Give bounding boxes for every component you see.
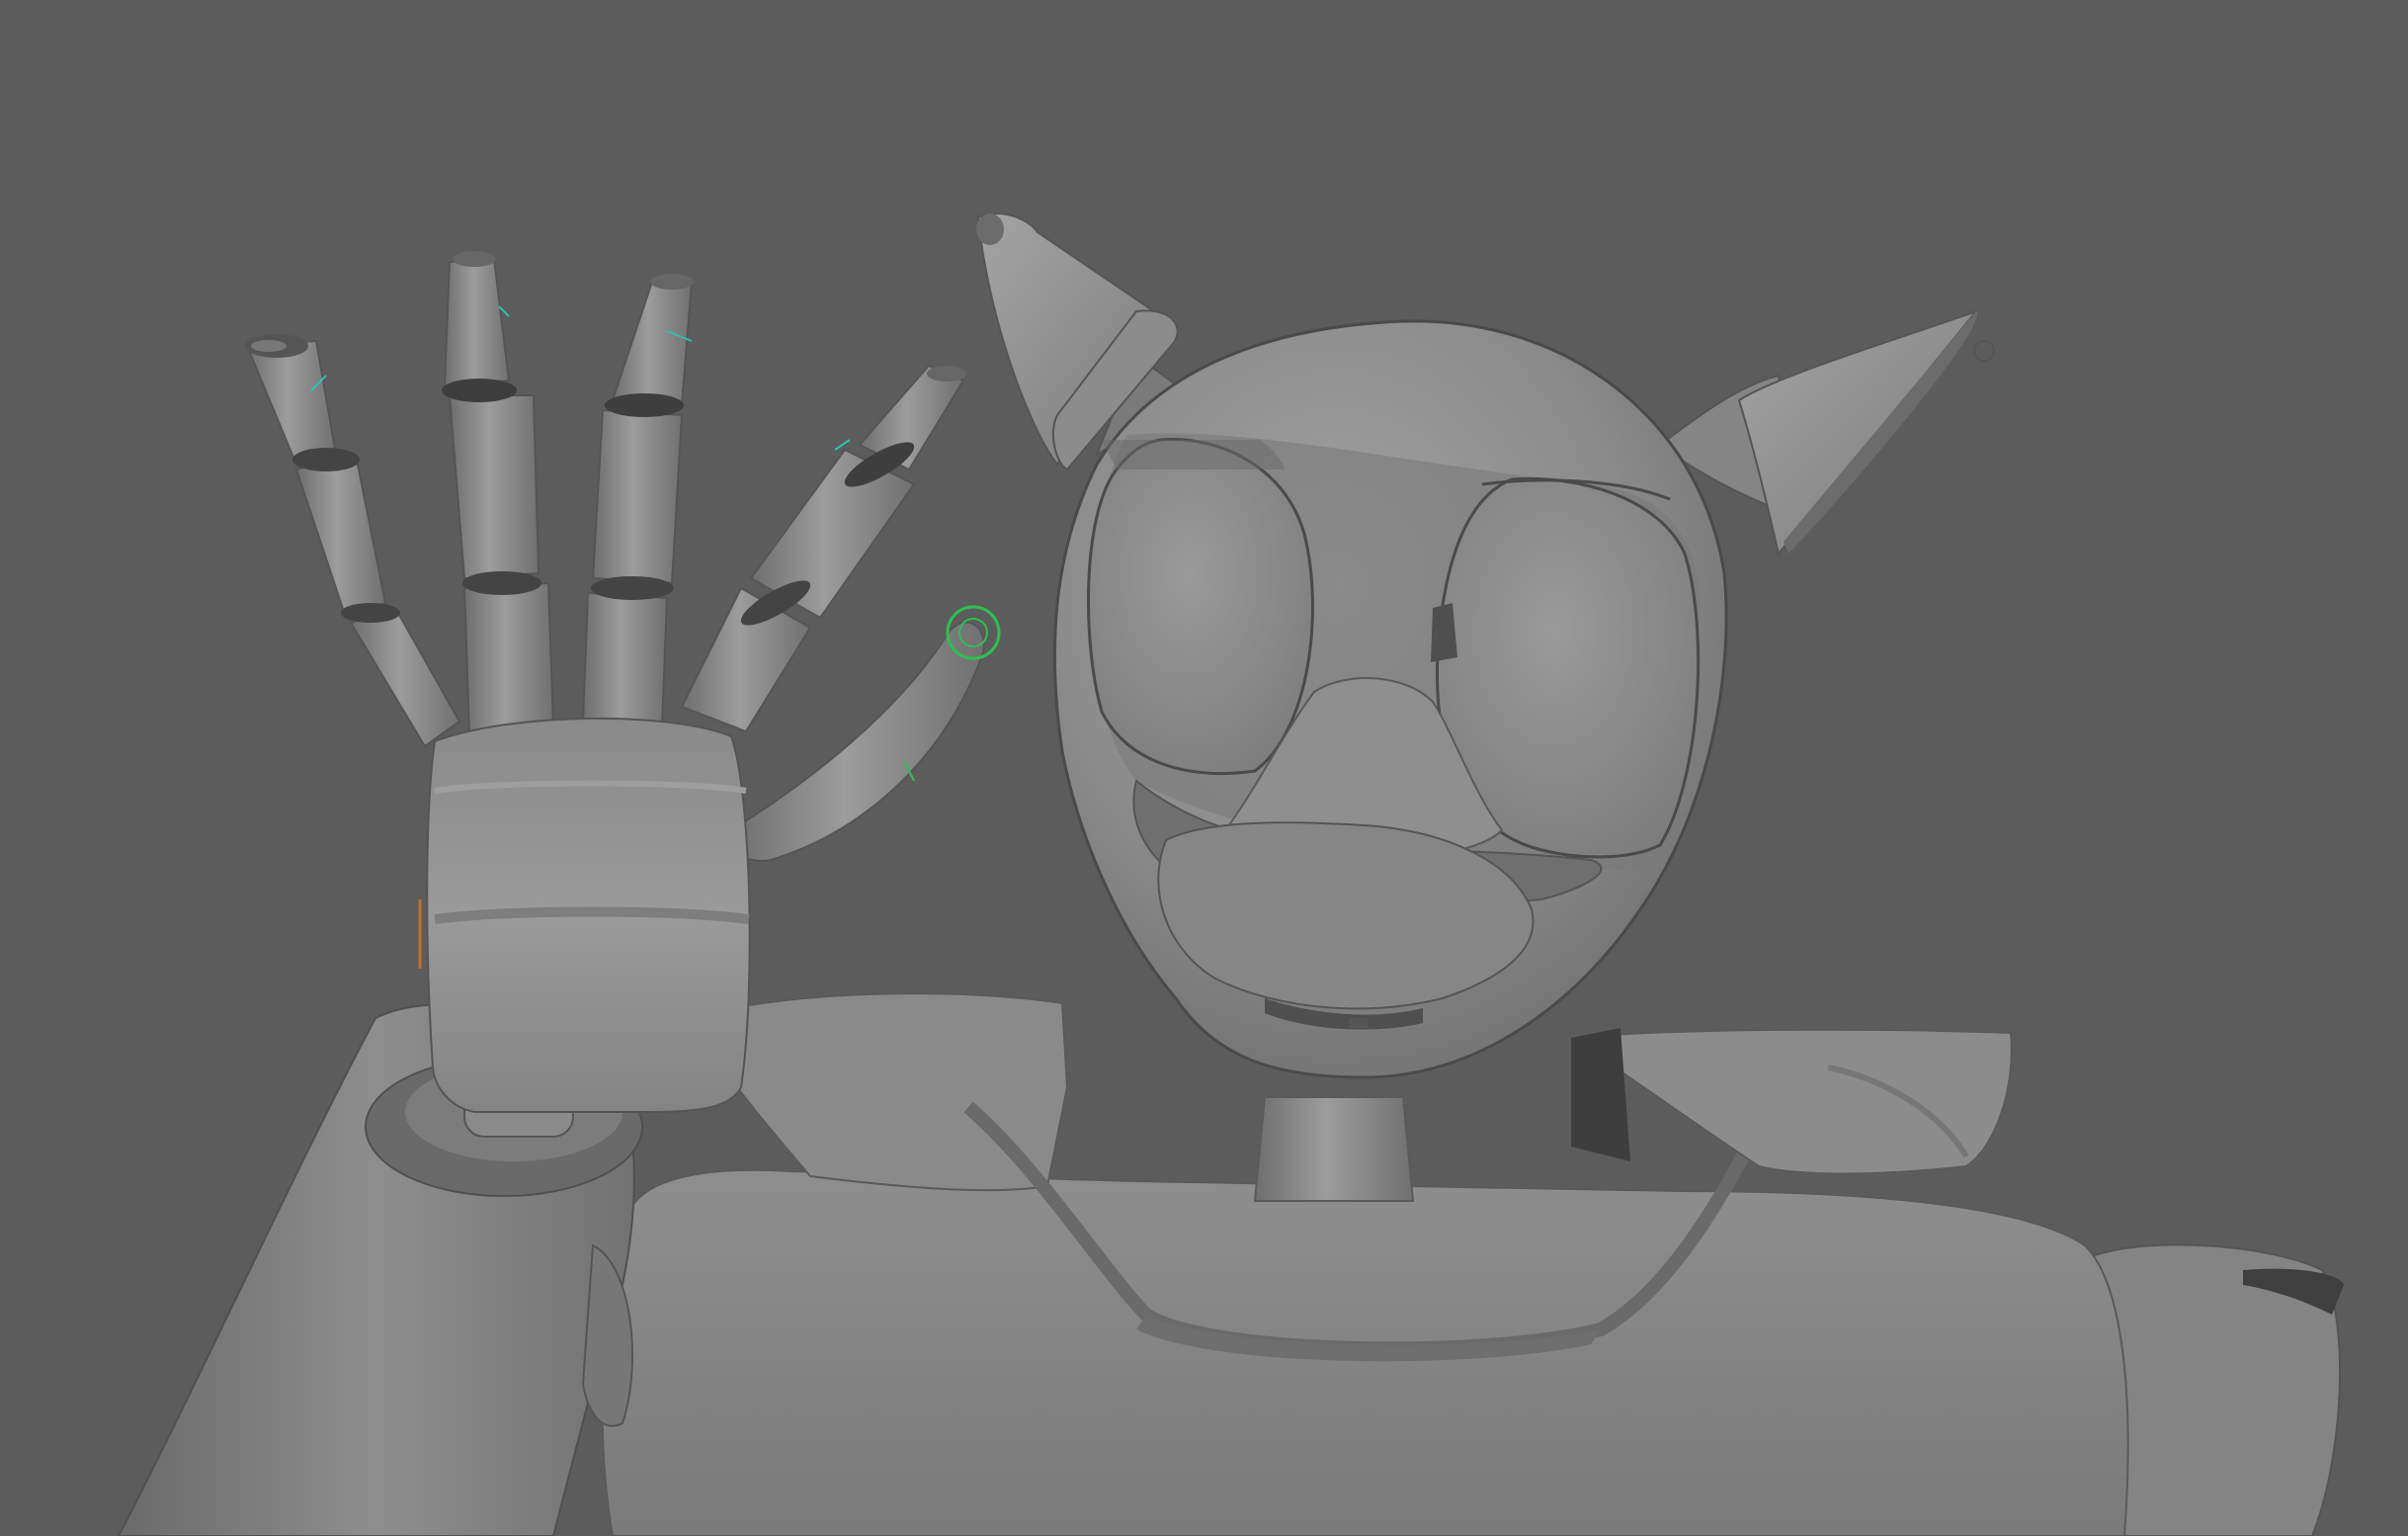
neck[interactable]	[1253, 1096, 1415, 1202]
right-collar-plate[interactable]	[1568, 1028, 2013, 1175]
finger-middle[interactable]	[442, 251, 555, 733]
hand[interactable]	[245, 251, 985, 1113]
3d-viewport[interactable]	[0, 0, 2408, 1536]
left-eye[interactable]	[1087, 437, 1314, 775]
torso[interactable]	[601, 992, 2344, 1536]
finger-ring[interactable]	[581, 274, 694, 728]
viewport-canvas[interactable]	[0, 0, 2408, 1536]
head[interactable]	[976, 213, 1995, 1079]
finger-index[interactable]	[245, 334, 461, 748]
